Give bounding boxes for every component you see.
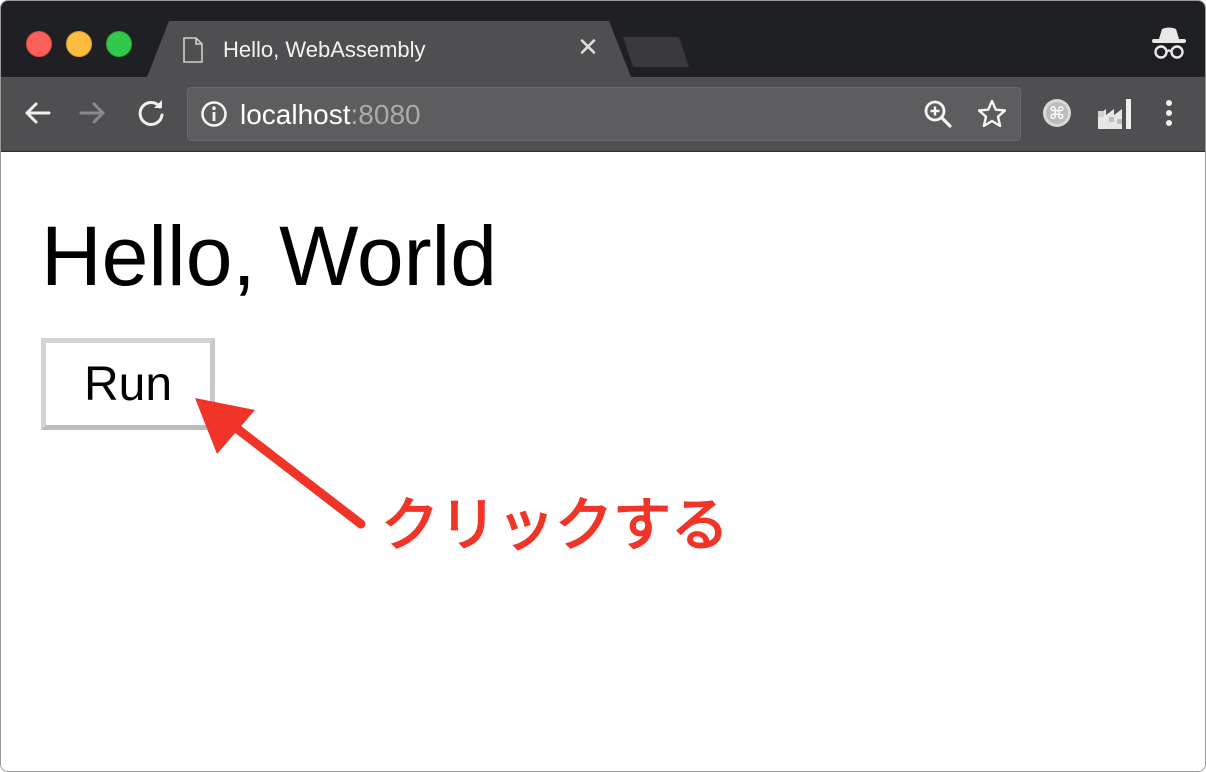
maximize-window-button[interactable] (106, 31, 132, 57)
command-extension-icon[interactable]: ⌘ (1041, 97, 1073, 129)
more-vert-icon[interactable] (1157, 97, 1181, 129)
zoom-in-icon[interactable] (922, 98, 954, 130)
page-heading: Hello, World (41, 209, 497, 303)
close-window-button[interactable] (26, 31, 52, 57)
svg-text:⌘: ⌘ (1049, 104, 1066, 124)
address-bar[interactable]: localhost:8080 (187, 87, 1021, 141)
tab-title: Hello, WebAssembly (223, 37, 426, 62)
factory-extension-icon[interactable] (1095, 95, 1133, 131)
document-icon (183, 37, 203, 63)
back-arrow-icon[interactable] (21, 97, 53, 129)
url-port: :8080 (350, 99, 421, 130)
star-icon[interactable] (976, 98, 1008, 130)
minimize-window-button[interactable] (66, 31, 92, 57)
url-host: localhost (240, 99, 351, 130)
annotation-arrow-icon (195, 398, 366, 529)
forward-arrow-icon[interactable] (77, 97, 109, 129)
annotation-label: クリックする (381, 491, 730, 559)
incognito-icon (1152, 27, 1186, 59)
browser-window: Hello, WebAssembly ✕ localhost:8080 ⌘ He… (0, 0, 1206, 772)
page-content: Hello, World Run クリックする (1, 152, 1205, 771)
browser-toolbar: localhost:8080 ⌘ (1, 77, 1205, 152)
url-text[interactable]: localhost:8080 (240, 100, 421, 130)
info-icon[interactable] (200, 100, 228, 128)
new-tab-button[interactable] (623, 37, 689, 67)
title-bar: Hello, WebAssembly ✕ (1, 1, 1205, 77)
tab-close-button[interactable]: ✕ (575, 35, 601, 61)
tab-hello-webassembly[interactable]: Hello, WebAssembly ✕ (147, 21, 631, 77)
reload-icon[interactable] (135, 97, 167, 129)
